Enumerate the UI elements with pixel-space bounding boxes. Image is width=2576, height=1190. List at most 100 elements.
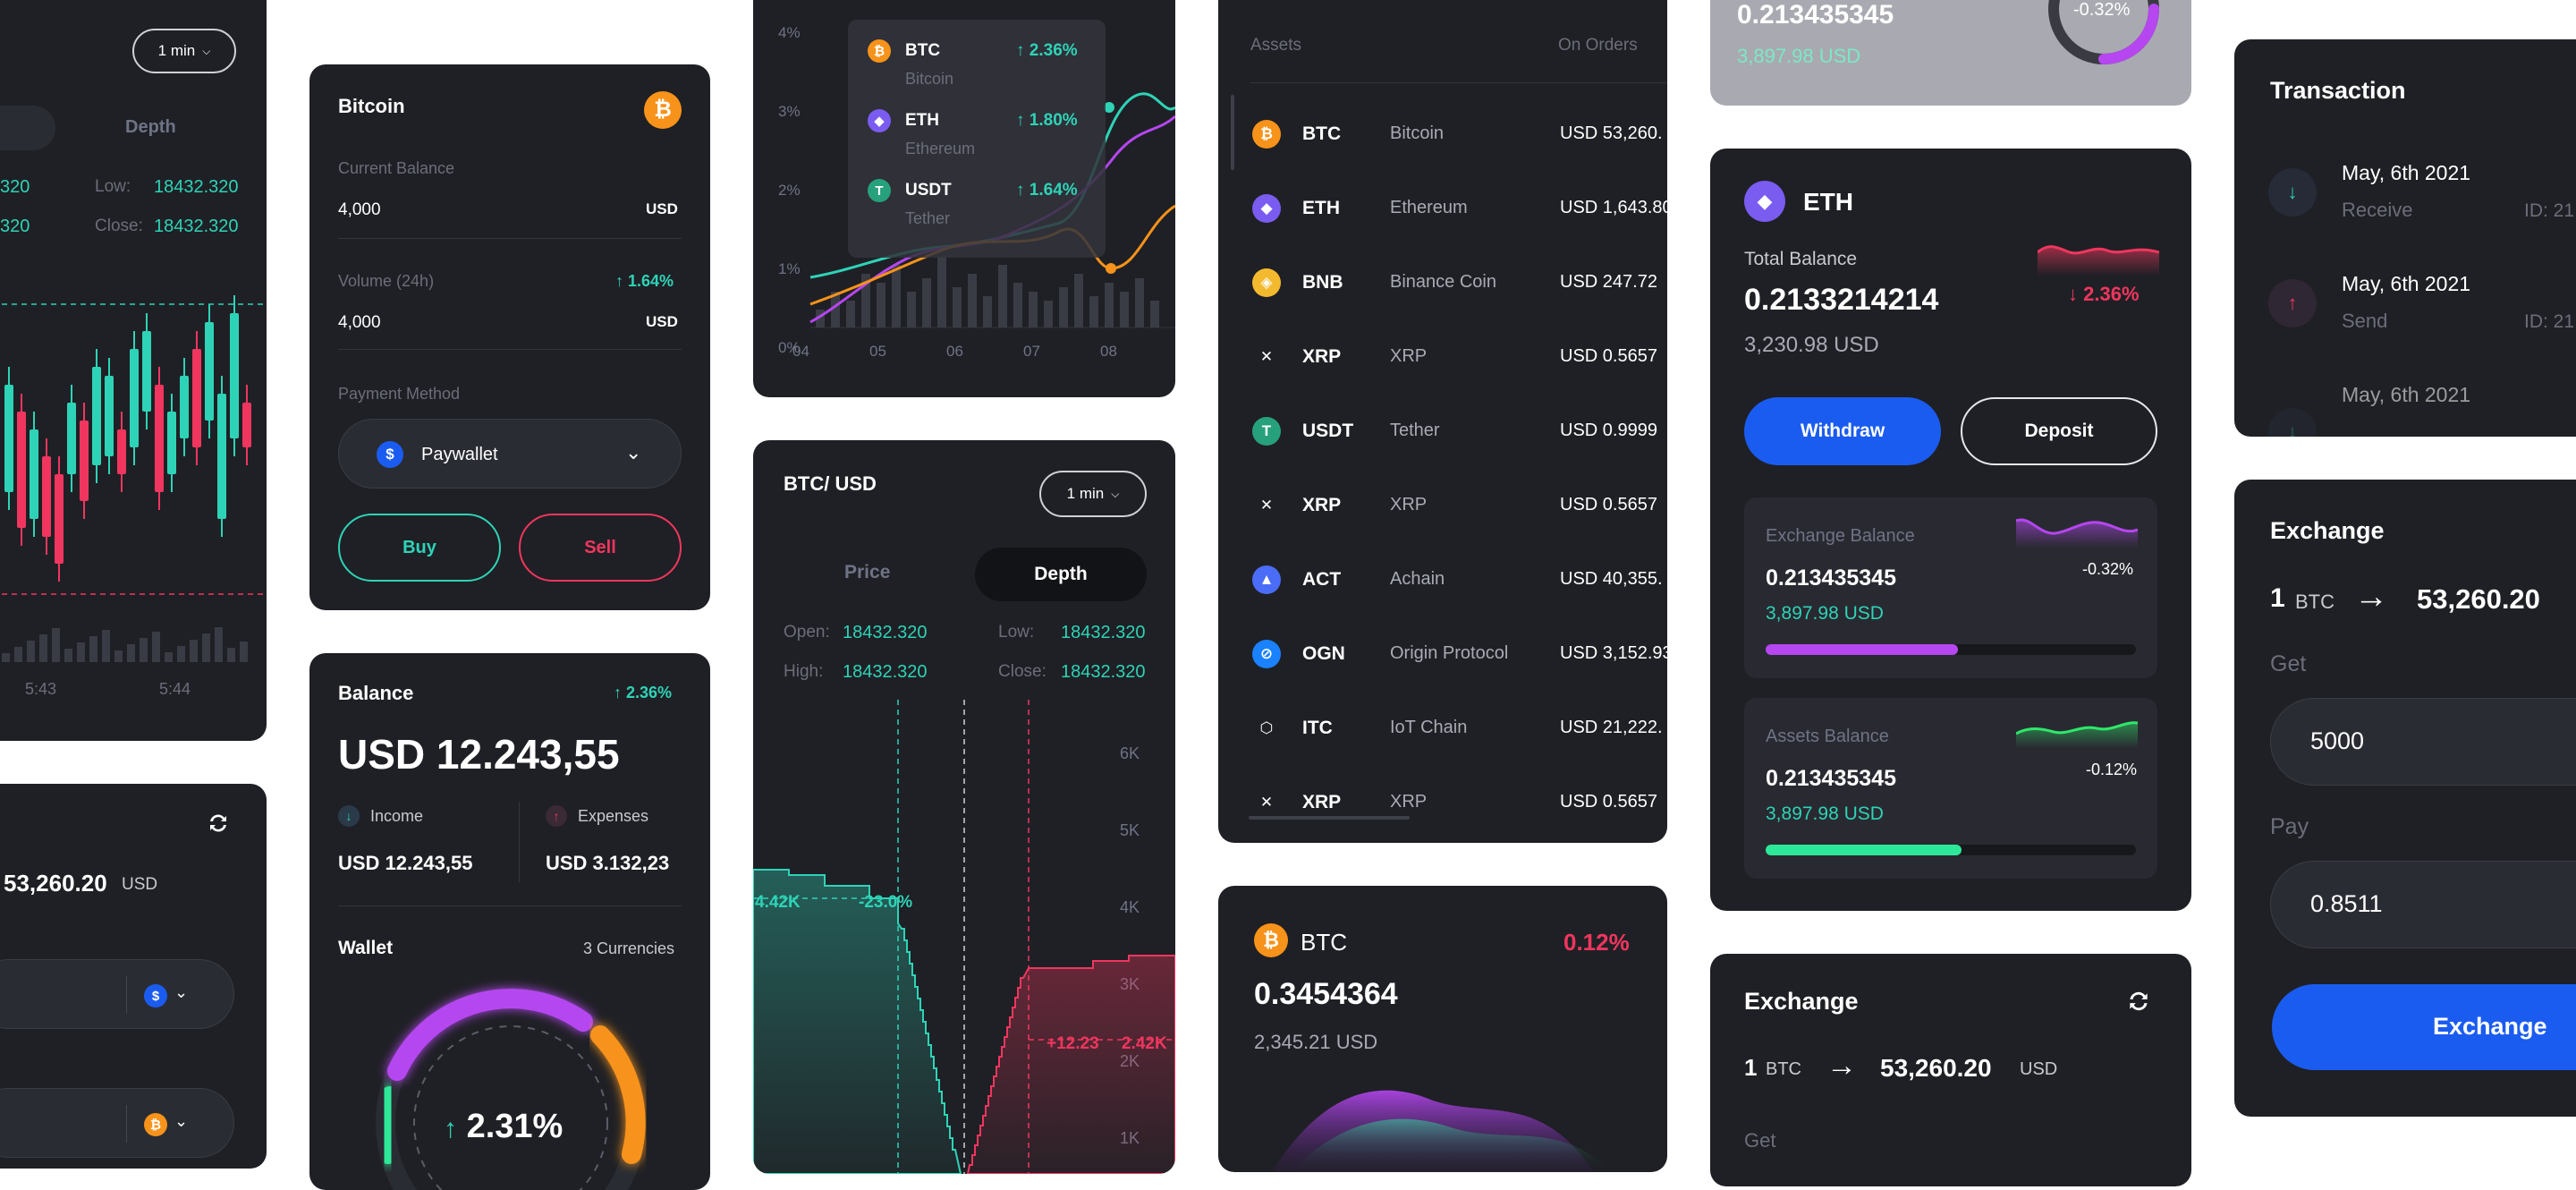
- refresh-icon[interactable]: [2125, 988, 2152, 1015]
- asset-on-orders: USD 21,222.: [1560, 718, 1663, 737]
- eth-change: ↓ 2.36%: [2068, 283, 2140, 305]
- asset-symbol: XRP: [1302, 346, 1342, 367]
- asset-row[interactable]: T USDT Tether USD 0.9999: [1218, 408, 1667, 453]
- volume-bar: [2, 653, 10, 662]
- interval-dropdown[interactable]: 1 min ⌵: [1039, 471, 1147, 517]
- asset-on-orders: USD 0.5657: [1560, 495, 1657, 514]
- asset-row[interactable]: ⊘ OGN Origin Protocol USD 3,152.93: [1218, 631, 1667, 676]
- volume-bar: [152, 632, 160, 662]
- asset-row[interactable]: ◈ BNB Binance Coin USD 247.72: [1218, 259, 1667, 304]
- deposit-button[interactable]: Deposit: [1961, 397, 2157, 465]
- transaction-id: ID: 21: [2524, 200, 2575, 221]
- chart-legend: ₿ BTC Bitcoin ↑ 2.36% ◆ ETH Ethereum ↑ 1…: [848, 20, 1106, 258]
- candle-body: [180, 376, 189, 438]
- tab-price[interactable]: Price: [844, 562, 890, 583]
- tab-price[interactable]: [0, 106, 55, 150]
- current-balance-unit: USD: [646, 200, 678, 217]
- exchange-balance-usd: 3,897.98 USD: [1766, 603, 1884, 624]
- pay-field[interactable]: ₿ ⌄: [0, 1088, 234, 1158]
- asset-name: Achain: [1390, 569, 1445, 589]
- bid-volume-label: 4.42K: [755, 893, 801, 912]
- volume-bar: [1029, 292, 1038, 327]
- volume-change: ↑ 1.64%: [615, 272, 674, 290]
- asset-row[interactable]: ✕ XRP XRP USD 0.5657: [1218, 334, 1667, 378]
- refresh-icon[interactable]: [206, 811, 231, 836]
- candle-body: [55, 474, 64, 564]
- asset-name: IoT Chain: [1390, 718, 1468, 737]
- asset-row[interactable]: ◆ ETH Ethereum USD 1,643.80: [1218, 185, 1667, 230]
- x-tick-label: 07: [1023, 343, 1040, 360]
- candle-body: [142, 331, 151, 412]
- volume-bar: [922, 278, 931, 327]
- iotchain-icon: ⬡: [1252, 714, 1281, 743]
- legend-symbol: BTC: [905, 41, 941, 60]
- exchange-button[interactable]: Exchange: [2272, 984, 2576, 1070]
- eth-usd: 3,230.98 USD: [1744, 333, 1879, 357]
- volume-bar: [140, 638, 148, 662]
- origin-icon: ⊘: [1252, 640, 1281, 668]
- tab-depth[interactable]: Depth: [125, 117, 176, 138]
- coin-amount: 0.3454364: [1254, 977, 1398, 1011]
- bitcoin-icon: ₿: [1252, 120, 1281, 149]
- asset-row[interactable]: ₿ BTC Bitcoin USD 53,260.: [1218, 111, 1667, 156]
- candle-body: [92, 367, 101, 465]
- eth-wallet-card: ◆ ETH Total Balance 0.2133214214 ↓ 2.36%…: [1710, 149, 2191, 911]
- pay-input[interactable]: 0.8511: [2270, 861, 2576, 948]
- eth-amount: 0.2133214214: [1744, 283, 1939, 317]
- low-value: 18432.320: [154, 177, 239, 197]
- volume-bar: [1120, 292, 1129, 327]
- assets-progress-track: [1766, 845, 2136, 855]
- open-value: 18432.320: [843, 623, 928, 642]
- buy-button[interactable]: Buy: [338, 514, 501, 582]
- expenses-label: Expenses: [578, 807, 649, 825]
- balance-change: ↑ 2.36%: [614, 684, 673, 701]
- payment-method-select[interactable]: $ Paywallet ⌄: [338, 419, 682, 489]
- candle-body: [205, 322, 214, 421]
- transaction-type: Receive: [2342, 199, 2413, 221]
- volume-bar: [1044, 301, 1053, 327]
- low-value: 18432.320: [1061, 623, 1146, 642]
- income-label: Income: [370, 807, 424, 825]
- arrow-right-icon: →: [1826, 1049, 1857, 1083]
- volume-bar: [227, 648, 235, 662]
- legend-name: Ethereum: [905, 140, 976, 157]
- close-value: 18432.320: [154, 217, 239, 236]
- asset-row[interactable]: ▲ ACT Achain USD 40,355.: [1218, 557, 1667, 601]
- legend-symbol: USDT: [905, 181, 952, 200]
- exchange-sparkline: [2016, 518, 2138, 548]
- asset-name: XRP: [1390, 495, 1428, 514]
- volume-bar: [14, 647, 22, 662]
- chevron-down-icon[interactable]: ⌄: [174, 983, 188, 1002]
- legend-name: Bitcoin: [905, 70, 954, 88]
- assets-balance-percent: -0.12%: [2086, 761, 2138, 778]
- wallet-count: 3 Currencies: [583, 939, 675, 957]
- volume-bar: [114, 650, 123, 662]
- chevron-down-icon[interactable]: ⌄: [174, 1112, 188, 1131]
- legend-change: ↑ 2.36%: [1016, 41, 1078, 60]
- candle-body: [30, 429, 38, 519]
- asset-symbol: XRP: [1302, 792, 1342, 812]
- asset-row[interactable]: ✕ XRP XRP USD 0.5657: [1218, 482, 1667, 527]
- get-field[interactable]: $ ⌄: [0, 959, 234, 1029]
- candle-body: [105, 376, 114, 456]
- y-tick-label: 1%: [778, 260, 801, 277]
- volume-bar: [202, 633, 210, 662]
- scrollbar-horizontal[interactable]: [1249, 816, 1410, 820]
- sell-button[interactable]: Sell: [519, 514, 682, 582]
- interval-dropdown[interactable]: 1 min ⌵: [132, 29, 236, 73]
- withdraw-button[interactable]: Withdraw: [1744, 397, 1941, 465]
- x-tick-label: 04: [792, 343, 809, 360]
- get-input[interactable]: 5000: [2270, 698, 2576, 786]
- asset-symbol: ETH: [1302, 198, 1340, 218]
- asset-symbol: ACT: [1302, 569, 1342, 590]
- high-label: High:: [784, 662, 824, 681]
- card-title: Bitcoin: [338, 95, 405, 117]
- get-label: Get: [1744, 1129, 1776, 1152]
- card-title: Exchange: [2270, 517, 2385, 544]
- candle-body: [130, 349, 139, 447]
- volume-bar: [165, 652, 173, 662]
- tab-depth[interactable]: Depth: [975, 548, 1147, 601]
- asset-row[interactable]: ⬡ ITC IoT Chain USD 21,222.: [1218, 705, 1667, 750]
- card-title: Exchange: [1744, 988, 1859, 1015]
- asset-name: XRP: [1390, 346, 1428, 366]
